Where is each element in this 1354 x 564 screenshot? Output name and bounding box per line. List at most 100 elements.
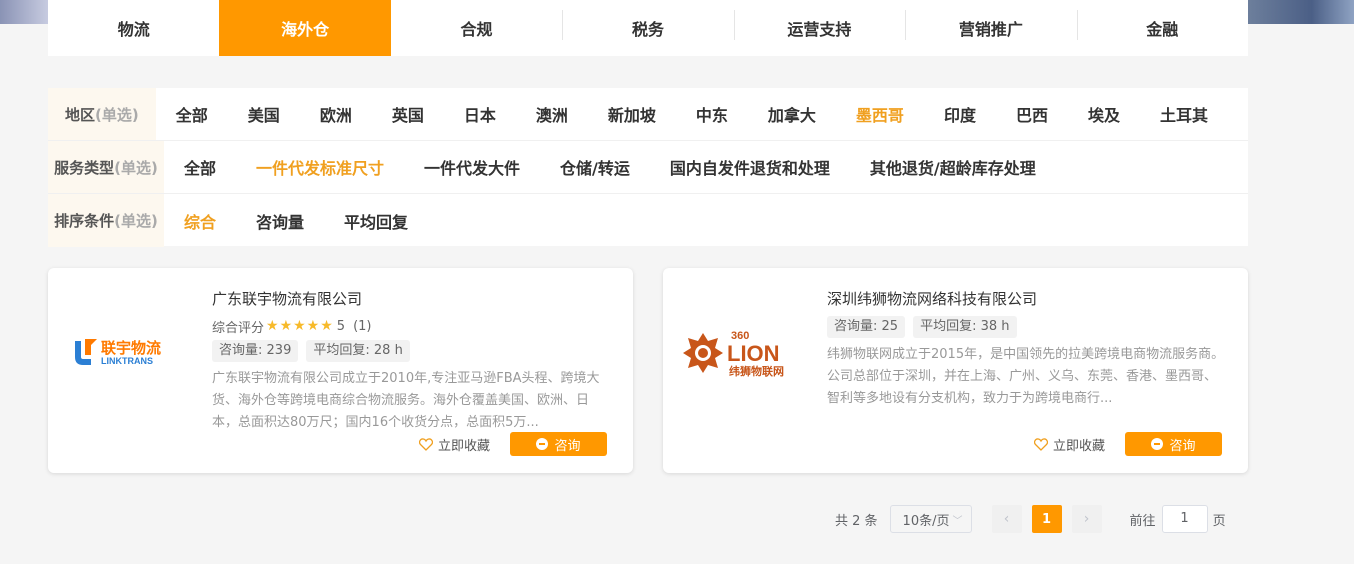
logo-subtext: LINKTRANS — [101, 356, 153, 366]
provider-card[interactable]: 联宇物流 LINKTRANS 广东联宇物流有限公司 综合评分 ★★★★★ 5 (… — [48, 268, 633, 473]
company-name[interactable]: 广东联宇物流有限公司 — [212, 288, 612, 310]
filter-option-selected[interactable]: 墨西哥 — [856, 102, 904, 126]
filter-label-service-type: 服务类型 (单选) — [48, 141, 164, 193]
goto-page-input[interactable]: 1 — [1161, 505, 1208, 533]
stats-tags: 咨询量: 239 平均回复: 28 h — [212, 340, 612, 362]
consult-button[interactable]: 咨询 — [1125, 432, 1222, 456]
inquiry-count-badge: 咨询量: 239 — [212, 340, 299, 362]
card-actions: 立即收藏 咨询 — [1033, 432, 1222, 456]
total-count: 共 2 条 — [835, 513, 878, 529]
goto-label: 前往 — [1129, 513, 1156, 529]
tab-operations[interactable]: 运营支持 — [733, 0, 905, 56]
filter-label-text: 服务类型 — [54, 158, 115, 177]
reply-value: 28 h — [373, 343, 403, 358]
page-number-current[interactable]: 1 — [1031, 505, 1062, 533]
filter-option[interactable]: 中东 — [696, 102, 728, 126]
favorite-button[interactable]: 立即收藏 — [418, 435, 490, 454]
filter-option[interactable]: 一件代发大件 — [424, 155, 520, 179]
card-body: 深圳纬狮物流网络科技有限公司 咨询量: 25 平均回复: 38 h 纬狮物联网成… — [827, 288, 1227, 410]
page-size-value: 10条/页 — [902, 513, 950, 529]
filter-option[interactable]: 巴西 — [1016, 102, 1048, 126]
lion-logo-icon: 360 LION 纬狮物联网 — [683, 330, 784, 378]
company-logo: 360 LION 纬狮物联网 — [681, 318, 811, 388]
chevron-down-icon: ﹀ — [952, 515, 963, 527]
favorite-label: 立即收藏 — [1052, 438, 1105, 454]
filter-option[interactable]: 美国 — [248, 102, 280, 126]
filter-option[interactable]: 国内自发件退货和处理 — [670, 155, 830, 179]
filter-options-region: 全部 美国 欧洲 英国 日本 澳洲 新加坡 中东 加拿大 墨西哥 印度 巴西 埃… — [156, 102, 1248, 126]
next-page-button[interactable]: › — [1071, 505, 1102, 533]
company-logo: 联宇物流 LINKTRANS — [66, 318, 196, 388]
filter-option[interactable]: 加拿大 — [768, 102, 816, 126]
filter-hint: (单选) — [114, 212, 158, 230]
chat-icon — [536, 438, 549, 450]
filter-option[interactable]: 澳洲 — [536, 102, 568, 126]
avg-reply-badge: 平均回复: 28 h — [306, 340, 410, 362]
favorite-button[interactable]: 立即收藏 — [1033, 435, 1105, 454]
reply-label: 平均回复: — [920, 319, 977, 334]
filter-row-service-type: 服务类型 (单选) 全部 一件代发标准尺寸 一件代发大件 仓储/转运 国内自发件退… — [48, 141, 1248, 194]
filter-options-service-type: 全部 一件代发标准尺寸 一件代发大件 仓储/转运 国内自发件退货和处理 其他退货… — [164, 155, 1076, 179]
logo-text: 联宇物流 — [101, 339, 161, 357]
filter-option[interactable]: 埃及 — [1088, 102, 1120, 126]
inquiry-value: 239 — [266, 343, 292, 358]
filter-label-sort: 排序条件 (单选) — [48, 194, 164, 247]
chevron-left-icon: ‹ — [1003, 511, 1010, 527]
filter-option-selected[interactable]: 综合 — [184, 209, 216, 233]
inquiry-count-badge: 咨询量: 25 — [827, 316, 906, 338]
avg-reply-badge: 平均回复: 38 h — [913, 316, 1017, 338]
filter-option[interactable]: 欧洲 — [320, 102, 352, 126]
heart-icon — [418, 437, 433, 451]
logo-subtext: 纬狮物联网 — [729, 364, 784, 378]
favorite-label: 立即收藏 — [437, 438, 490, 454]
review-count: (1) — [353, 318, 372, 334]
page-size-select[interactable]: 10条/页 ﹀ — [889, 505, 972, 533]
company-description: 纬狮物联网成立于2015年，是中国领先的拉美跨境电商物流服务商。 公司总部位于深… — [827, 347, 1225, 406]
filter-option[interactable]: 新加坡 — [608, 102, 656, 126]
inquiry-value: 25 — [881, 319, 899, 334]
chat-icon — [1151, 438, 1164, 450]
filter-option[interactable]: 其他退货/超龄库存处理 — [870, 155, 1036, 179]
filter-label-text: 排序条件 — [54, 212, 115, 230]
consult-button[interactable]: 咨询 — [510, 432, 607, 456]
rating-label: 综合评分 — [212, 320, 265, 336]
filter-option[interactable]: 印度 — [944, 102, 976, 126]
tab-logistics[interactable]: 物流 — [48, 0, 219, 56]
filter-panel: 地区 (单选) 全部 美国 欧洲 英国 日本 澳洲 新加坡 中东 加拿大 墨西哥 … — [48, 88, 1248, 247]
reply-value: 38 h — [980, 319, 1010, 334]
consult-label: 咨询 — [1169, 438, 1196, 454]
banner-image-left — [0, 0, 48, 24]
rating-score: 5 — [336, 318, 346, 334]
filter-option[interactable]: 咨询量 — [256, 209, 304, 233]
tab-finance[interactable]: 金融 — [1076, 0, 1248, 56]
provider-card[interactable]: 360 LION 纬狮物联网 深圳纬狮物流网络科技有限公司 咨询量: 25 平均… — [663, 268, 1248, 473]
goto-unit: 页 — [1212, 513, 1226, 529]
inquiry-label: 咨询量: — [219, 343, 263, 358]
company-description: 广东联宇物流有限公司成立于2010年,专注亚马逊FBA头程、跨境大货、海外仓等跨… — [212, 371, 600, 430]
filter-options-sort: 综合 咨询量 平均回复 — [164, 209, 448, 233]
tab-compliance[interactable]: 合规 — [391, 0, 562, 56]
filter-label-region: 地区 (单选) — [48, 88, 156, 140]
filter-option[interactable]: 平均回复 — [344, 209, 408, 233]
filter-row-sort: 排序条件 (单选) 综合 咨询量 平均回复 — [48, 194, 1248, 247]
filter-option[interactable]: 土耳其 — [1160, 102, 1208, 126]
category-tabs: 物流 海外仓 合规 税务 运营支持 营销推广 金融 — [48, 0, 1248, 56]
company-name[interactable]: 深圳纬狮物流网络科技有限公司 — [827, 288, 1227, 310]
filter-option[interactable]: 全部 — [176, 102, 208, 126]
filter-option[interactable]: 全部 — [184, 155, 216, 179]
prev-page-button[interactable]: ‹ — [991, 505, 1022, 533]
filter-option-selected[interactable]: 一件代发标准尺寸 — [256, 155, 384, 179]
tab-overseas-warehouse[interactable]: 海外仓 — [219, 0, 391, 56]
banner-image-right — [1248, 0, 1354, 24]
tab-tax[interactable]: 税务 — [562, 0, 733, 56]
linktrans-logo-icon: 联宇物流 LINKTRANS — [75, 339, 161, 366]
filter-option[interactable]: 英国 — [392, 102, 424, 126]
logo-text: LION — [727, 341, 780, 366]
reply-label: 平均回复: — [313, 343, 370, 358]
tab-marketing[interactable]: 营销推广 — [905, 0, 1076, 56]
filter-row-region: 地区 (单选) 全部 美国 欧洲 英国 日本 澳洲 新加坡 中东 加拿大 墨西哥 … — [48, 88, 1248, 141]
pagination: 共 2 条 10条/页 ﹀ ‹ 1 › 前往 1 页 — [835, 505, 1226, 533]
rating-row: 综合评分 ★★★★★ 5 (1) — [212, 316, 612, 336]
filter-option[interactable]: 仓储/转运 — [560, 155, 630, 179]
filter-option[interactable]: 日本 — [464, 102, 496, 126]
